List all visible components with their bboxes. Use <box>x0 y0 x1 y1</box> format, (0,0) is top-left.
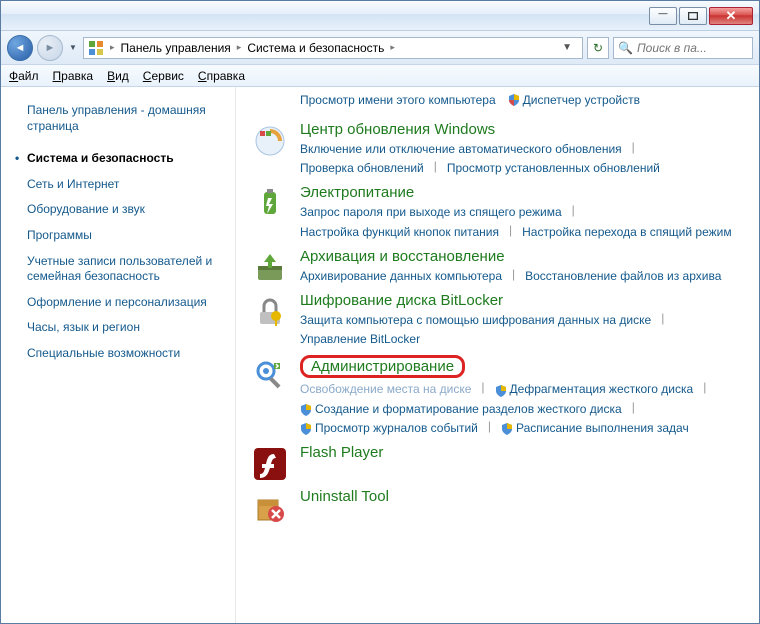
maximize-button[interactable] <box>679 7 707 25</box>
link[interactable]: Просмотр установленных обновлений <box>447 159 660 178</box>
refresh-button[interactable]: ↻ <box>587 37 609 59</box>
category-windows-update: Центр обновления Windows Включение или о… <box>248 121 747 178</box>
search-input[interactable] <box>637 41 748 55</box>
top-extra-links: Просмотр имени этого компьютера Диспетче… <box>248 91 747 115</box>
shield-icon <box>300 403 312 415</box>
category-power: Электропитание Запрос пароля при выходе … <box>248 184 747 241</box>
nav-history-dropdown[interactable]: ▼ <box>67 35 79 61</box>
link[interactable]: Дефрагментация жесткого диска <box>495 380 694 399</box>
link[interactable]: Создание и форматирование разделов жестк… <box>300 400 622 419</box>
category-flash: Flash Player <box>248 444 747 482</box>
link[interactable]: Включение или отключение автоматического… <box>300 140 622 159</box>
search-box[interactable]: 🔍 <box>613 37 753 59</box>
breadcrumb-chevron[interactable]: ▸ <box>235 42 244 53</box>
sidebar-home[interactable]: Панель управления - домашняя страница <box>9 97 229 146</box>
category-title[interactable]: Центр обновления Windows <box>300 121 747 138</box>
link[interactable]: Архивирование данных компьютера <box>300 267 502 286</box>
sidebar-item-users[interactable]: Учетные записи пользователей и семейная … <box>9 249 229 290</box>
bitlocker-icon <box>252 294 288 330</box>
shield-icon <box>495 384 507 396</box>
window-titlebar: — ✕ <box>1 1 759 31</box>
sidebar-item-hardware[interactable]: Оборудование и звук <box>9 197 229 223</box>
link[interactable]: Защита компьютера с помощью шифрования д… <box>300 311 651 330</box>
category-title[interactable]: Uninstall Tool <box>300 488 747 505</box>
uninstall-icon <box>252 490 288 526</box>
link[interactable]: Освобождение места на диске <box>300 380 471 399</box>
category-uninstall: Uninstall Tool <box>248 488 747 526</box>
sidebar-item-appearance[interactable]: Оформление и персонализация <box>9 290 229 316</box>
menu-file[interactable]: Файл <box>9 69 39 83</box>
menu-help[interactable]: Справка <box>198 69 245 83</box>
close-button[interactable]: ✕ <box>709 7 753 25</box>
backup-icon <box>252 250 288 286</box>
link[interactable]: Настройка перехода в спящий режим <box>522 223 731 242</box>
breadcrumb[interactable]: ▸ Панель управления ▸ Система и безопасн… <box>83 37 583 59</box>
link-device-manager[interactable]: Диспетчер устройств <box>508 93 640 107</box>
sidebar-item-system-security[interactable]: Система и безопасность <box>9 146 229 172</box>
link-computer-name[interactable]: Просмотр имени этого компьютера <box>300 93 496 107</box>
breadcrumb-chevron[interactable]: ▸ <box>108 42 117 53</box>
category-title[interactable]: Архивация и восстановление <box>300 248 747 265</box>
breadcrumb-root[interactable]: Панель управления <box>117 41 235 55</box>
windows-update-icon <box>252 123 288 159</box>
link[interactable]: Расписание выполнения задач <box>501 419 689 438</box>
link[interactable]: Запрос пароля при выходе из спящего режи… <box>300 203 562 222</box>
link[interactable]: Просмотр журналов событий <box>300 419 478 438</box>
menu-view[interactable]: Вид <box>107 69 129 83</box>
category-title[interactable]: Электропитание <box>300 184 747 201</box>
shield-icon <box>501 422 513 434</box>
menu-edit[interactable]: Правка <box>53 69 94 83</box>
link[interactable]: Управление BitLocker <box>300 330 420 349</box>
flash-icon <box>252 446 288 482</box>
link[interactable]: Восстановление файлов из архива <box>525 267 721 286</box>
menu-bar: Файл Правка Вид Сервис Справка <box>1 65 759 87</box>
nav-back-button[interactable]: ◄ <box>7 35 33 61</box>
nav-forward-button[interactable]: ► <box>37 35 63 61</box>
breadcrumb-section[interactable]: Система и безопасность <box>243 41 388 55</box>
menu-tools[interactable]: Сервис <box>143 69 184 83</box>
category-bitlocker: Шифрование диска BitLocker Защита компью… <box>248 292 747 349</box>
address-bar: ◄ ► ▼ ▸ Панель управления ▸ Система и бе… <box>1 31 759 65</box>
power-icon <box>252 186 288 222</box>
category-backup: Архивация и восстановление Архивирование… <box>248 248 747 286</box>
category-title[interactable]: Шифрование диска BitLocker <box>300 292 747 309</box>
sidebar-item-accessibility[interactable]: Специальные возможности <box>9 341 229 367</box>
breadcrumb-dropdown[interactable]: ▼ <box>562 42 572 53</box>
sidebar: Панель управления - домашняя страница Си… <box>1 87 236 623</box>
breadcrumb-chevron[interactable]: ▸ <box>388 42 397 53</box>
shield-icon <box>300 422 312 434</box>
link[interactable]: Проверка обновлений <box>300 159 424 178</box>
sidebar-item-programs[interactable]: Программы <box>9 223 229 249</box>
category-title[interactable]: Администрирование <box>311 358 454 375</box>
link[interactable]: Настройка функций кнопок питания <box>300 223 499 242</box>
shield-icon <box>508 94 520 106</box>
admin-tools-icon <box>252 357 288 393</box>
sidebar-item-clock[interactable]: Часы, язык и регион <box>9 315 229 341</box>
category-title[interactable]: Flash Player <box>300 444 747 461</box>
sidebar-item-network[interactable]: Сеть и Интернет <box>9 172 229 198</box>
content-pane: Просмотр имени этого компьютера Диспетче… <box>236 87 759 623</box>
minimize-button[interactable]: — <box>649 7 677 25</box>
control-panel-icon <box>88 40 104 56</box>
category-administration: Администрирование Освобождение места на … <box>248 355 747 438</box>
search-icon: 🔍 <box>618 41 633 55</box>
